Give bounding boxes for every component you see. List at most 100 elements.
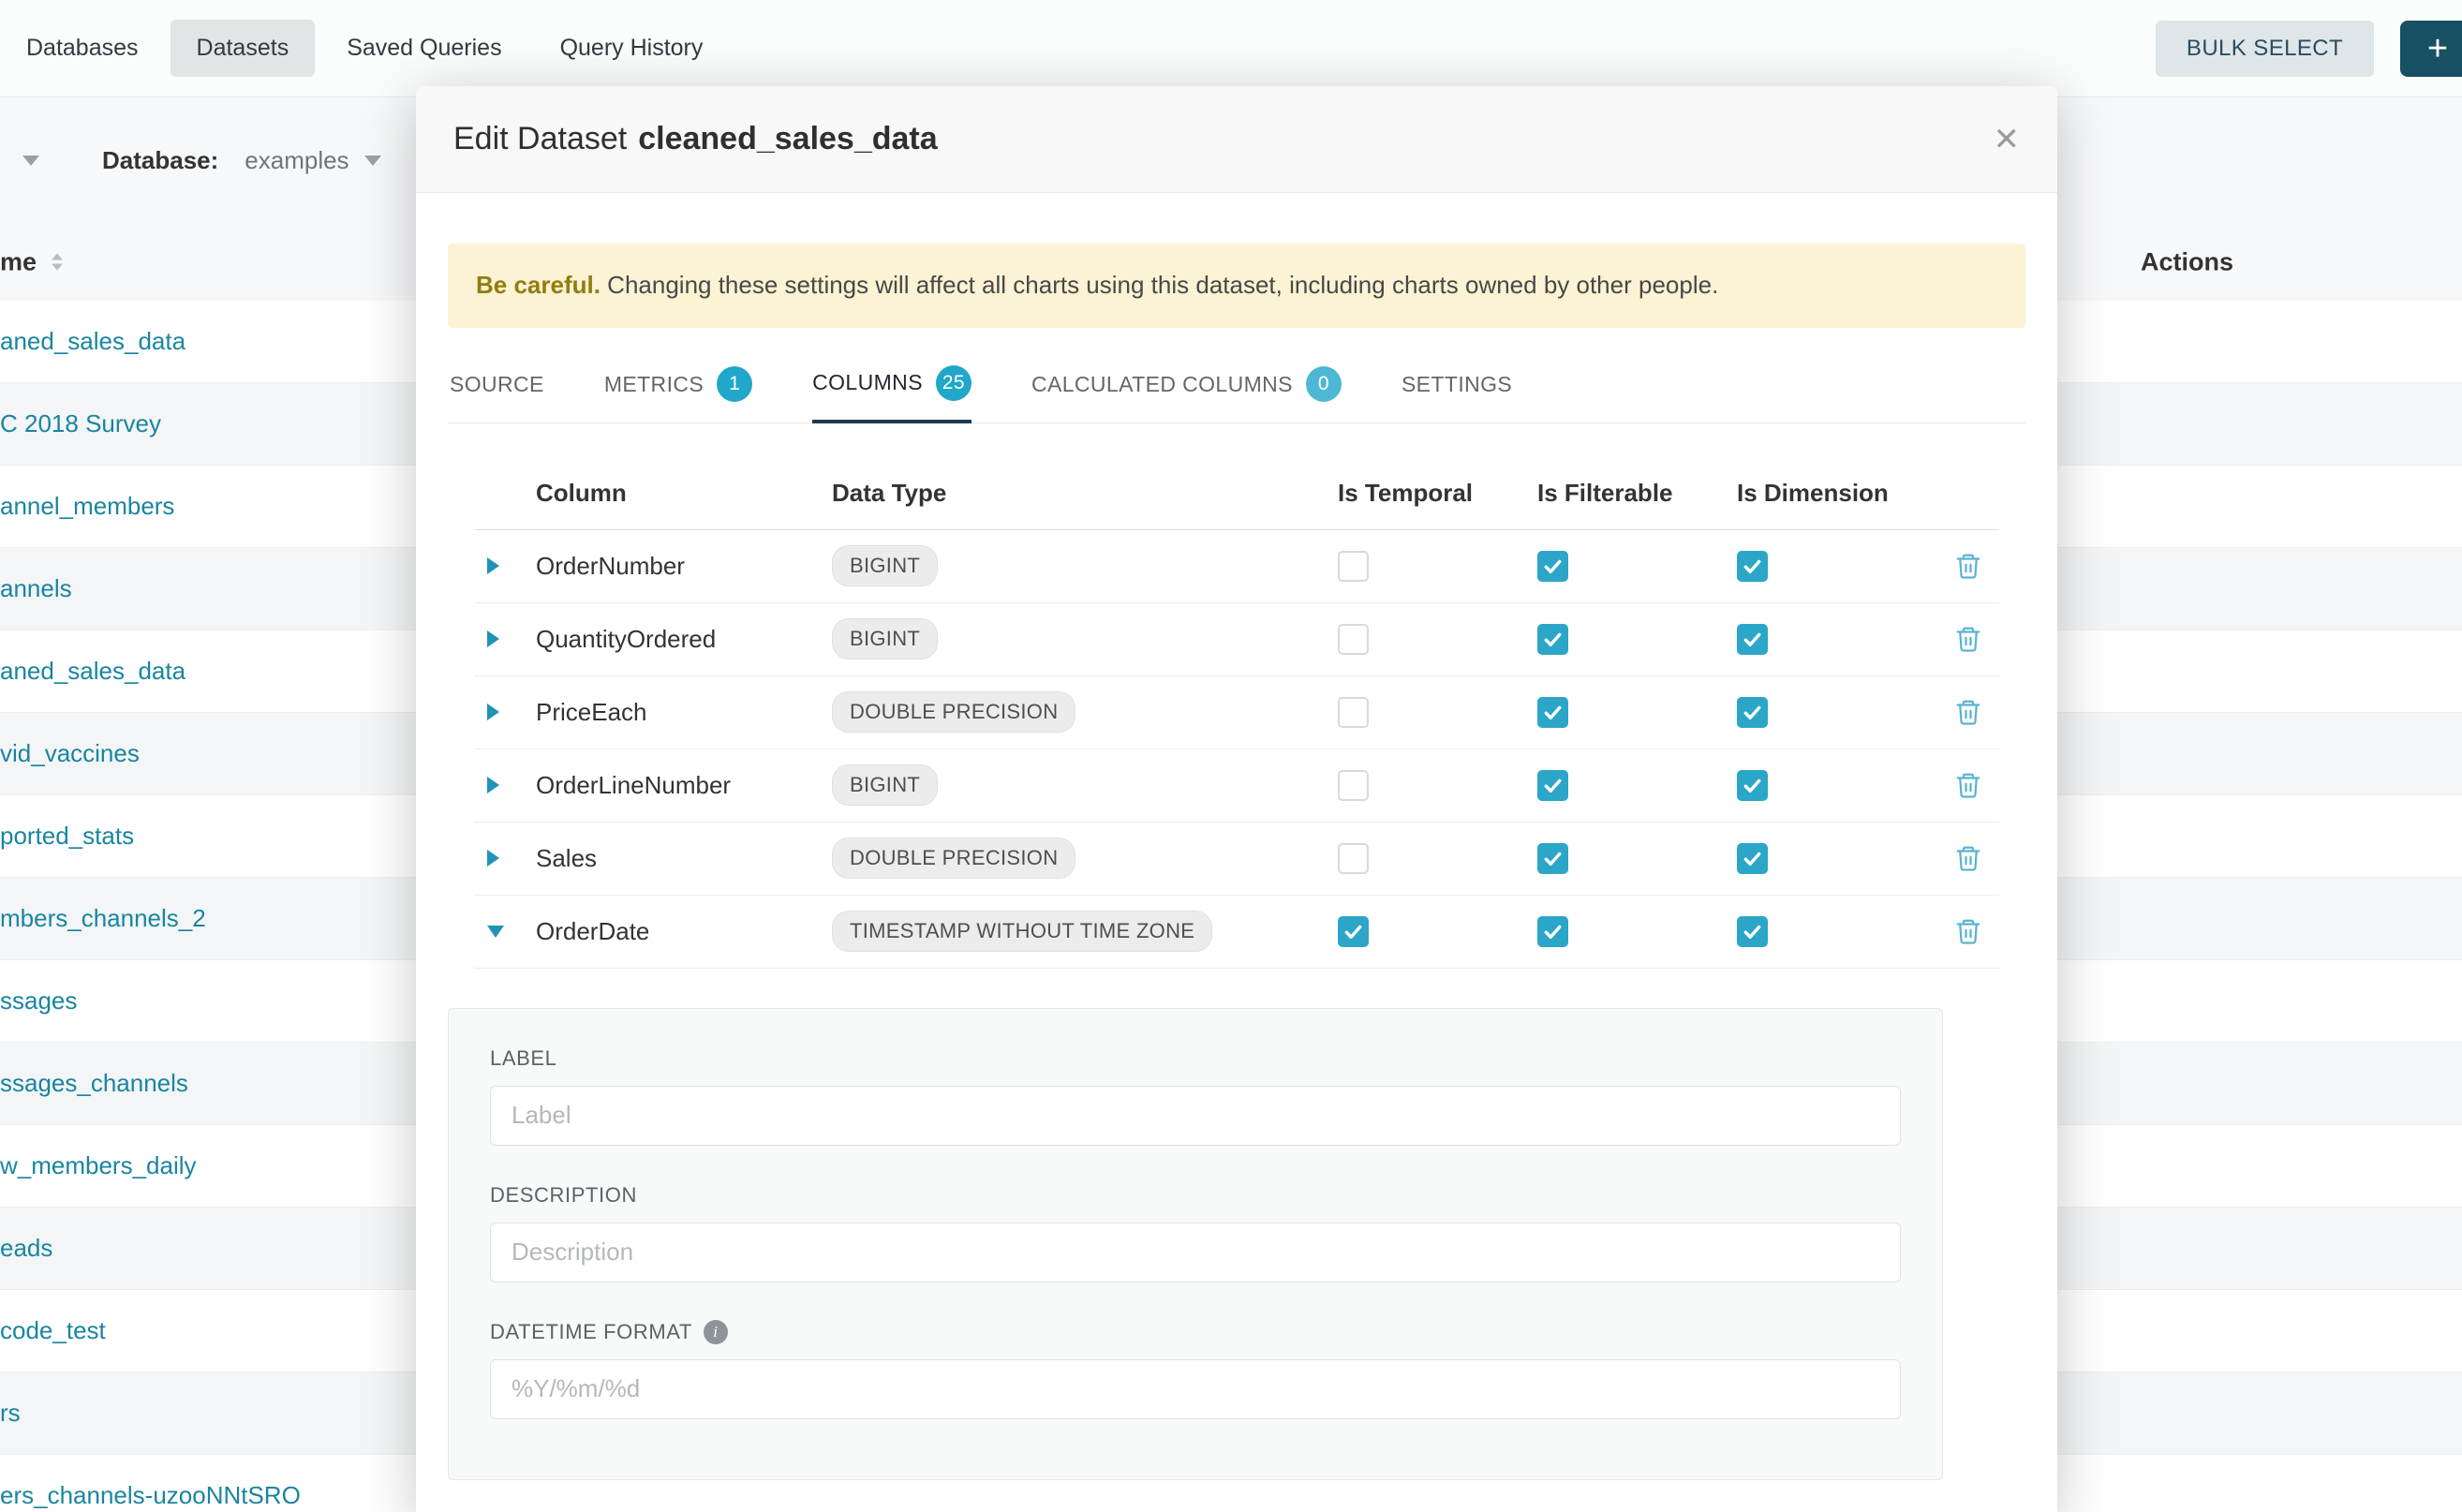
expand-caret-icon[interactable] bbox=[487, 850, 499, 867]
collapse-caret-icon[interactable] bbox=[487, 926, 504, 938]
is-filterable-checkbox[interactable] bbox=[1537, 843, 1568, 874]
column-type-cell: DOUBLE PRECISION bbox=[832, 691, 1338, 733]
dataset-link[interactable]: annels bbox=[0, 574, 72, 603]
column-type-cell: DOUBLE PRECISION bbox=[832, 838, 1338, 879]
is-temporal-checkbox[interactable] bbox=[1338, 697, 1369, 728]
close-icon[interactable]: ✕ bbox=[1994, 121, 2021, 158]
dataset-link[interactable]: eads bbox=[0, 1234, 52, 1263]
add-dataset-button[interactable]: + bbox=[2400, 21, 2462, 77]
label-input[interactable] bbox=[490, 1086, 1901, 1146]
trash-icon[interactable] bbox=[1954, 844, 1982, 872]
is-temporal-cell bbox=[1338, 916, 1537, 947]
is-dimension-cell bbox=[1737, 551, 1936, 582]
column-detail-panel: LABEL DESCRIPTION DATETIME FORMATi bbox=[448, 1008, 1943, 1480]
tab-metrics[interactable]: METRICS1 bbox=[604, 356, 752, 422]
nav-item-query-history[interactable]: Query History bbox=[534, 20, 730, 77]
is-temporal-checkbox[interactable] bbox=[1338, 770, 1369, 801]
primary-nav: DatabasesDatasetsSaved QueriesQuery Hist… bbox=[0, 0, 2462, 97]
modal-tabs: SOURCE METRICS1 COLUMNS25 CALCULATED COLUMN… bbox=[448, 356, 2025, 423]
is-filterable-checkbox[interactable] bbox=[1537, 624, 1568, 655]
dataset-link[interactable]: aned_sales_data bbox=[0, 327, 185, 356]
is-dimension-checkbox[interactable] bbox=[1737, 624, 1768, 655]
modal-title: Edit Datasetcleaned_sales_data bbox=[453, 121, 938, 157]
dataset-link[interactable]: ported_stats bbox=[0, 822, 134, 851]
nav-item-saved-queries[interactable]: Saved Queries bbox=[320, 20, 527, 77]
dataset-link[interactable]: ssages bbox=[0, 986, 77, 1015]
is-dimension-checkbox[interactable] bbox=[1737, 551, 1768, 582]
info-icon[interactable]: i bbox=[704, 1320, 728, 1344]
is-dimension-checkbox[interactable] bbox=[1737, 697, 1768, 728]
sort-icon[interactable] bbox=[52, 254, 63, 271]
database-filter: Database: examples bbox=[102, 97, 381, 223]
trash-icon[interactable] bbox=[1954, 625, 1982, 653]
sort-up-icon bbox=[52, 254, 63, 260]
dataset-link[interactable]: vid_vaccines bbox=[0, 739, 140, 768]
is-filterable-checkbox[interactable] bbox=[1537, 551, 1568, 582]
dataset-link[interactable]: w_members_daily bbox=[0, 1151, 197, 1180]
dataset-link[interactable]: annel_members bbox=[0, 492, 174, 521]
column-name: PriceEach bbox=[536, 698, 832, 727]
is-temporal-checkbox[interactable] bbox=[1338, 551, 1369, 582]
is-temporal-checkbox[interactable] bbox=[1338, 916, 1369, 947]
tab-count-badge: 1 bbox=[717, 366, 752, 402]
trash-icon[interactable] bbox=[1954, 917, 1982, 945]
database-filter-value[interactable]: examples bbox=[245, 146, 349, 175]
nav-item-datasets[interactable]: Datasets bbox=[171, 20, 316, 77]
is-filterable-checkbox[interactable] bbox=[1537, 770, 1568, 801]
dataset-link[interactable]: mbers_channels_2 bbox=[0, 904, 206, 933]
nav-item-databases[interactable]: Databases bbox=[0, 20, 165, 77]
column-row: OrderDateTIMESTAMP WITHOUT TIME ZONE bbox=[474, 896, 1999, 969]
chevron-down-icon[interactable] bbox=[22, 156, 39, 166]
expand-cell bbox=[474, 777, 536, 793]
chevron-down-icon[interactable] bbox=[364, 156, 381, 166]
data-type-pill: TIMESTAMP WITHOUT TIME ZONE bbox=[832, 911, 1212, 952]
dataset-link[interactable]: rs bbox=[0, 1399, 21, 1428]
is-dimension-checkbox[interactable] bbox=[1737, 916, 1768, 947]
dataset-link[interactable]: ers_channels-uzooNNtSRO bbox=[0, 1481, 301, 1510]
bulk-select-button[interactable]: BULK SELECT bbox=[2156, 21, 2374, 77]
tab-label: SOURCE bbox=[450, 372, 544, 397]
is-temporal-checkbox[interactable] bbox=[1338, 843, 1369, 874]
is-dimension-checkbox[interactable] bbox=[1737, 770, 1768, 801]
is-filterable-checkbox[interactable] bbox=[1537, 697, 1568, 728]
is-filterable-cell bbox=[1537, 624, 1737, 655]
column-name: OrderLineNumber bbox=[536, 771, 832, 800]
expand-caret-icon[interactable] bbox=[487, 777, 499, 793]
tab-columns[interactable]: COLUMNS25 bbox=[812, 356, 971, 423]
is-filterable-cell bbox=[1537, 770, 1737, 801]
trash-icon[interactable] bbox=[1954, 552, 1982, 580]
description-input[interactable] bbox=[490, 1223, 1901, 1282]
column-type-cell: BIGINT bbox=[832, 545, 1338, 586]
column-name: OrderNumber bbox=[536, 552, 832, 581]
dataset-link[interactable]: code_test bbox=[0, 1316, 106, 1345]
is-filterable-cell bbox=[1537, 916, 1737, 947]
dataset-name: cleaned_sales_data bbox=[638, 121, 937, 156]
expand-caret-icon[interactable] bbox=[487, 557, 499, 574]
name-header-label: me bbox=[0, 247, 37, 276]
dataset-link[interactable]: aned_sales_data bbox=[0, 657, 185, 686]
dataset-link[interactable]: C 2018 Survey bbox=[0, 409, 161, 438]
column-type-cell: BIGINT bbox=[832, 764, 1338, 806]
label-label-text: LABEL bbox=[490, 1046, 557, 1071]
tab-source[interactable]: SOURCE bbox=[450, 356, 544, 422]
column-header-is-filterable: Is Filterable bbox=[1537, 479, 1737, 508]
field-datetime-format: DATETIME FORMATi bbox=[490, 1320, 1901, 1419]
warning-bold-text: Be careful. bbox=[476, 271, 601, 299]
is-temporal-checkbox[interactable] bbox=[1338, 624, 1369, 655]
tab-calculated-columns[interactable]: CALCULATED COLUMNS0 bbox=[1031, 356, 1342, 422]
is-dimension-checkbox[interactable] bbox=[1737, 843, 1768, 874]
field-description: DESCRIPTION bbox=[490, 1183, 1901, 1282]
dataset-link[interactable]: ssages_channels bbox=[0, 1069, 188, 1098]
columns-table: ColumnData TypeIs TemporalIs FilterableI… bbox=[474, 457, 1999, 969]
column-type-cell: TIMESTAMP WITHOUT TIME ZONE bbox=[832, 911, 1338, 952]
name-column-header[interactable]: me bbox=[0, 247, 63, 276]
tab-count-badge: 0 bbox=[1306, 366, 1342, 402]
datetime-format-input[interactable] bbox=[490, 1359, 1901, 1419]
expand-caret-icon[interactable] bbox=[487, 630, 499, 647]
trash-icon[interactable] bbox=[1954, 771, 1982, 799]
is-filterable-checkbox[interactable] bbox=[1537, 916, 1568, 947]
expand-caret-icon[interactable] bbox=[487, 704, 499, 720]
expand-cell bbox=[474, 630, 536, 647]
trash-icon[interactable] bbox=[1954, 698, 1982, 726]
tab-settings[interactable]: SETTINGS bbox=[1402, 356, 1512, 422]
